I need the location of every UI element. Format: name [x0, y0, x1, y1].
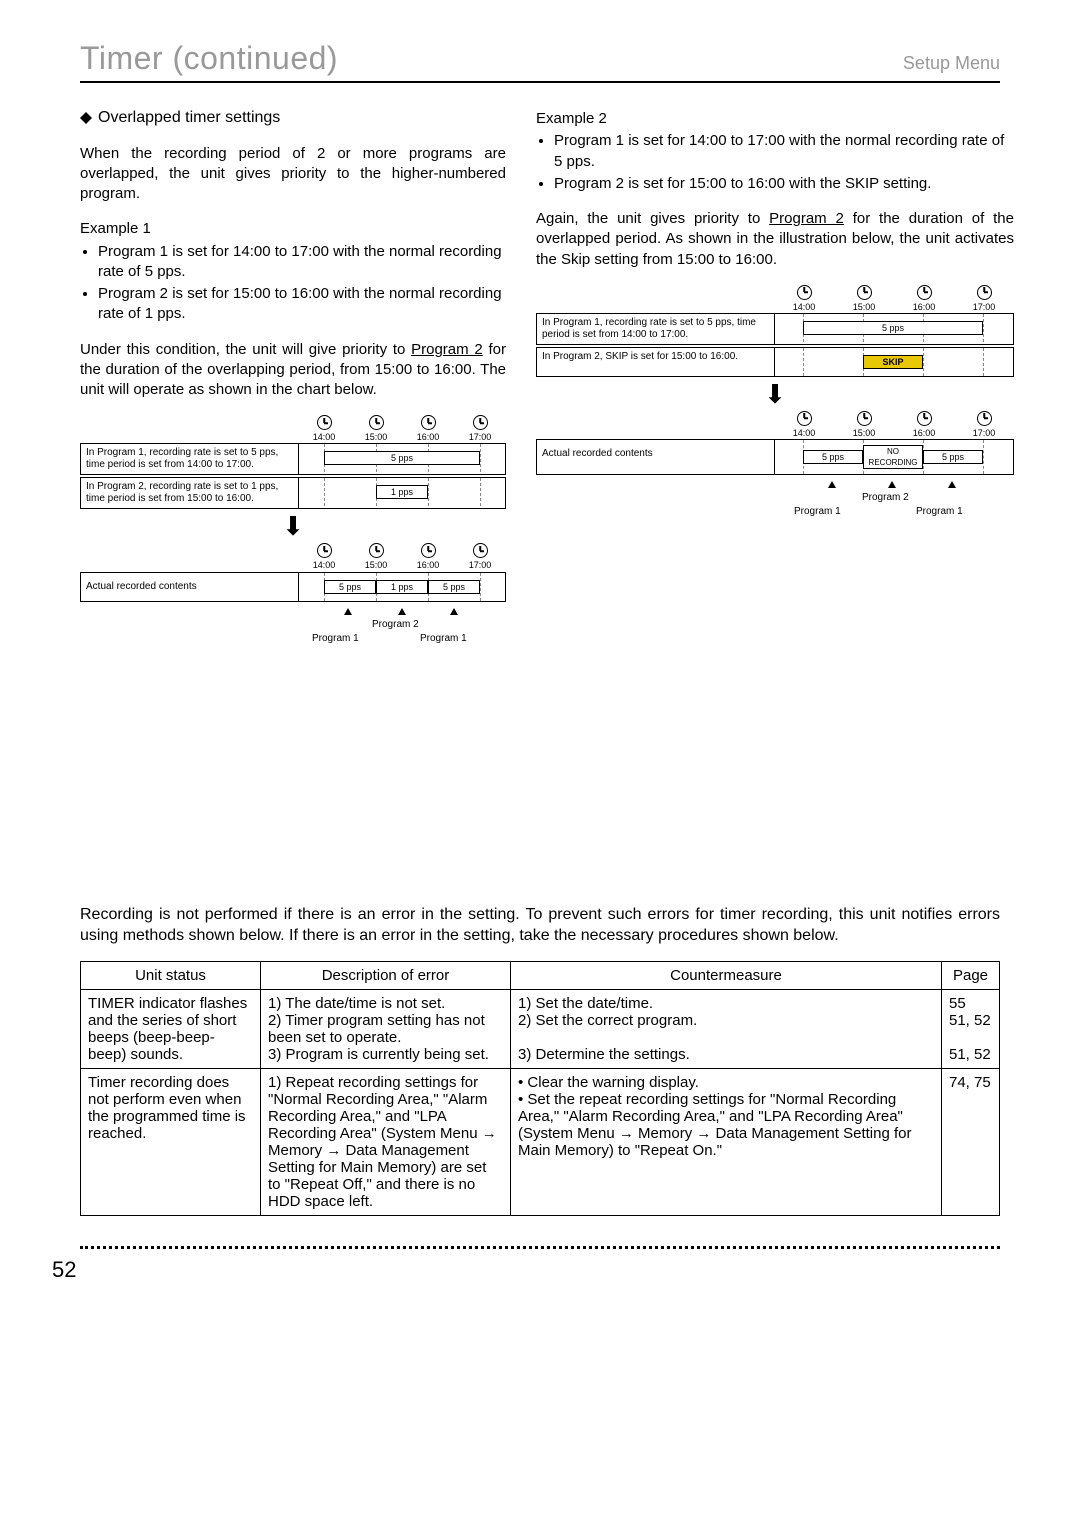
down-arrow-icon: ⬇ [80, 513, 506, 539]
diagram2-row2: In Program 2, SKIP is set for 15:00 to 1… [536, 347, 1014, 377]
clock-icon [977, 285, 992, 300]
clock-icon [857, 411, 872, 426]
error-intro: Recording is not performed if there is a… [80, 904, 1000, 947]
diagram1: 14:00 15:00 16:00 17:00 In Program 1, re… [80, 415, 506, 643]
example1-bullets: Program 1 is set for 14:00 to 17:00 with… [80, 242, 506, 325]
ex1-bullet1: Program 1 is set for 14:00 to 17:00 with… [98, 242, 506, 283]
page-number: 52 [52, 1257, 1000, 1283]
r2-description: 1) Repeat recording settings for "Normal… [261, 1068, 511, 1215]
example2-label: Example 2 [536, 109, 1014, 129]
example1-label: Example 1 [80, 219, 506, 239]
prog2-underline: Program 2 [411, 341, 483, 358]
diagram2-row1: In Program 1, recording rate is set to 5… [536, 313, 1014, 345]
r2-countermeasure: • Clear the warning display. • Set the r… [511, 1068, 942, 1215]
prog2-underline: Program 2 [769, 210, 844, 227]
diagram1-clocks-top: 14:00 15:00 16:00 17:00 [298, 415, 506, 443]
diagram2-bottom-labels: Program 2 Program 1 Program 1 [536, 477, 1014, 517]
diagram1-row2: In Program 2, recording rate is set to 1… [80, 477, 506, 509]
diagram2-actual: Actual recorded contents 5 pps NORECORDI… [536, 439, 1014, 475]
clock-icon [421, 543, 436, 558]
page-header: Timer (continued) Setup Menu [80, 40, 1000, 83]
ex1-paragraph: Under this condition, the unit will give… [80, 340, 506, 401]
diagram1-actual: Actual recorded contents 5 pps 1 pps 5 p… [80, 572, 506, 602]
header-section: Setup Menu [903, 53, 1000, 74]
clock-icon [917, 411, 932, 426]
ex2-paragraph: Again, the unit gives priority to Progra… [536, 209, 1014, 270]
no-recording-segment: NORECORDING [863, 445, 923, 469]
clock-icon [917, 285, 932, 300]
r1-description: 1) The date/time is not set. 2) Timer pr… [261, 989, 511, 1068]
diagram1-clocks-bottom: 14:00 15:00 16:00 17:00 [298, 543, 506, 571]
th-description: Description of error [261, 961, 511, 989]
intro-paragraph: When the recording period of 2 or more p… [80, 144, 506, 205]
clock-icon [857, 285, 872, 300]
ex2-bullet2: Program 2 is set for 15:00 to 16:00 with… [554, 174, 1014, 194]
error-table: Unit status Description of error Counter… [80, 961, 1000, 1216]
th-page: Page [942, 961, 1000, 989]
r1-countermeasure: 1) Set the date/time. 2) Set the correct… [511, 989, 942, 1068]
ex1-bullet2: Program 2 is set for 15:00 to 16:00 with… [98, 284, 506, 325]
clock-icon [977, 411, 992, 426]
ex2-bullet1: Program 1 is set for 14:00 to 17:00 with… [554, 131, 1014, 172]
th-unit-status: Unit status [81, 961, 261, 989]
left-column: Overlapped timer settings When the recor… [80, 101, 506, 644]
diagram2: 14:00 15:00 16:00 17:00 In Program 1, re… [536, 285, 1014, 517]
clock-icon [797, 285, 812, 300]
clock-icon [317, 543, 332, 558]
diagram2-clocks-top: 14:00 15:00 16:00 17:00 [774, 285, 1014, 313]
clock-icon [473, 543, 488, 558]
section-heading-text: Overlapped timer settings [98, 107, 280, 129]
diagram1-row1: In Program 1, recording rate is set to 5… [80, 443, 506, 475]
clock-icon [797, 411, 812, 426]
down-arrow-icon: ⬇ [536, 381, 1014, 407]
r1-page: 55 51, 52 51, 52 [942, 989, 1000, 1068]
r2-page: 74, 75 [942, 1068, 1000, 1215]
dotted-rule [80, 1246, 1000, 1249]
clock-icon [369, 415, 384, 430]
page-title: Timer (continued) [80, 40, 338, 77]
diagram2-clocks-bottom: 14:00 15:00 16:00 17:00 [774, 411, 1014, 439]
clock-icon [421, 415, 436, 430]
table-row: TIMER indicator flashes and the series o… [81, 989, 1000, 1068]
clock-icon [473, 415, 488, 430]
r2-unit-status: Timer recording does not perform even wh… [81, 1068, 261, 1215]
clock-icon [317, 415, 332, 430]
diamond-icon [80, 106, 92, 118]
diagram1-bottom-labels: Program 2 Program 1 Program 1 [80, 604, 506, 644]
th-countermeasure: Countermeasure [511, 961, 942, 989]
example2-bullets: Program 1 is set for 14:00 to 17:00 with… [536, 131, 1014, 194]
right-column: Example 2 Program 1 is set for 14:00 to … [536, 101, 1014, 644]
table-row: Timer recording does not perform even wh… [81, 1068, 1000, 1215]
section-heading: Overlapped timer settings [80, 107, 506, 129]
r1-unit-status: TIMER indicator flashes and the series o… [81, 989, 261, 1068]
clock-icon [369, 543, 384, 558]
